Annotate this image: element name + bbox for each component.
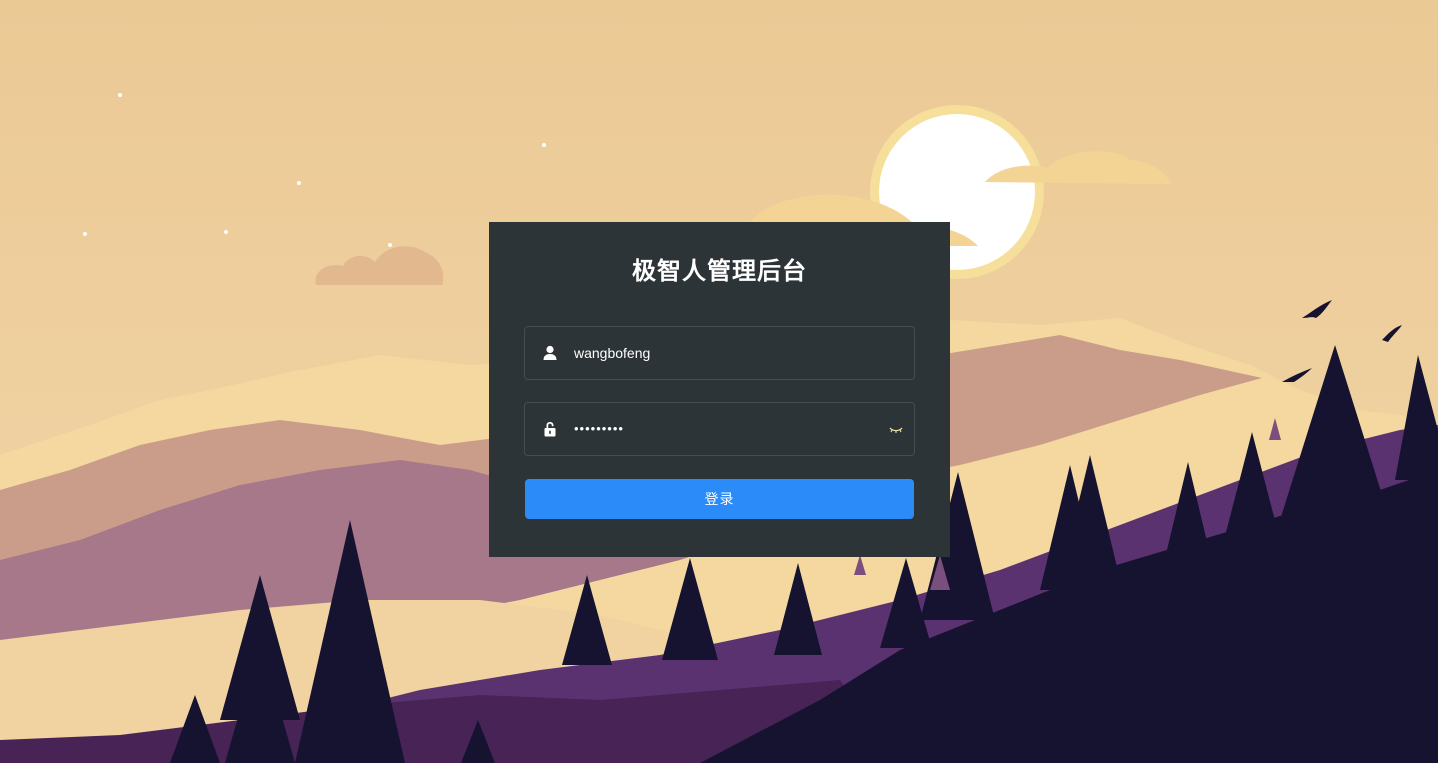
login-title: 极智人管理后台 — [632, 258, 807, 285]
eye-closed-icon[interactable] — [888, 421, 904, 437]
lock-icon — [544, 422, 556, 437]
login-button[interactable]: 登录 — [525, 479, 914, 519]
username-field[interactable]: wangbofeng — [524, 326, 915, 380]
login-page: 极智人管理后台 wangbofeng ••••••••• 登录 — [0, 0, 1438, 763]
password-field[interactable]: ••••••••• — [524, 402, 915, 456]
username-input[interactable]: wangbofeng — [574, 327, 650, 379]
login-panel: 极智人管理后台 wangbofeng ••••••••• 登录 — [489, 222, 950, 557]
password-input[interactable]: ••••••••• — [574, 403, 624, 455]
user-icon — [543, 345, 557, 360]
